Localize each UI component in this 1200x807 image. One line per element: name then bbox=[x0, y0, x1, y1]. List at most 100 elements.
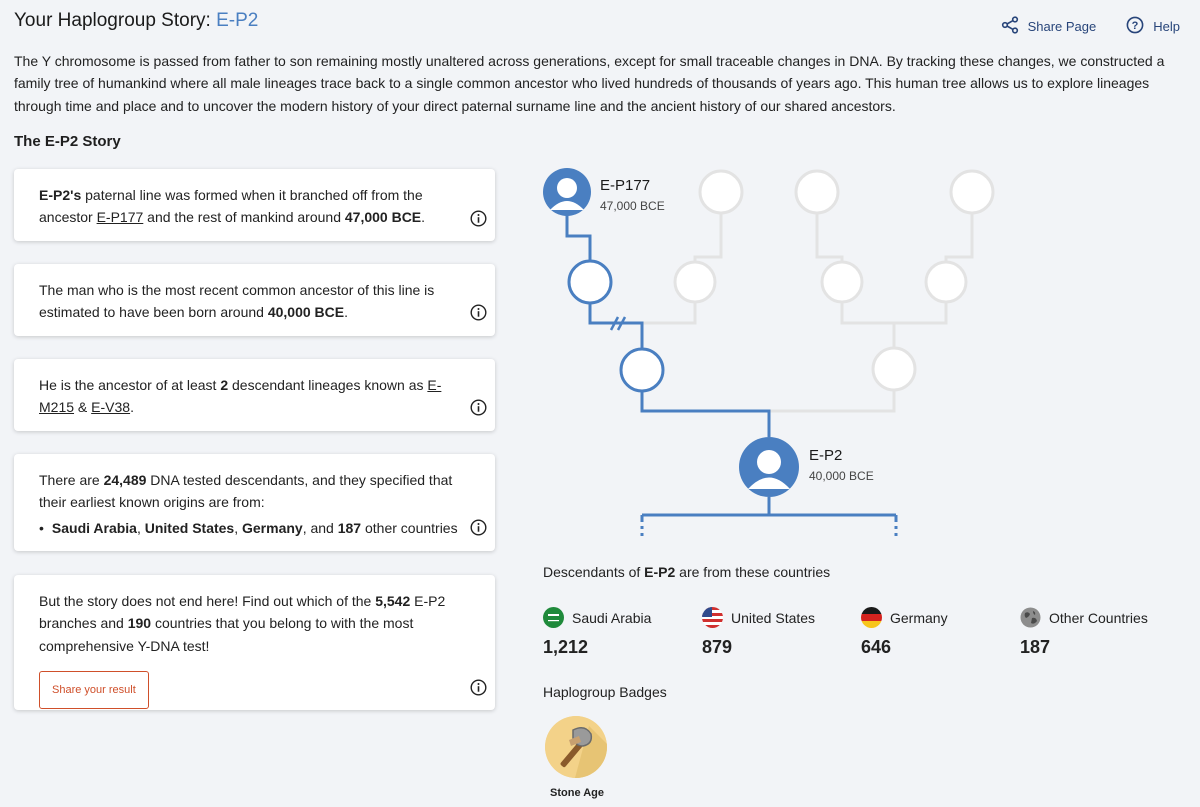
card2-text-1: The man who is the most recent common an… bbox=[39, 282, 435, 321]
origins-list-item: • Saudi Arabia, United States, Germany, … bbox=[39, 517, 470, 539]
share-icon bbox=[1001, 16, 1019, 37]
other-countries-count: 187 bbox=[337, 519, 362, 536]
descendants-title-hg: E-P2 bbox=[644, 564, 676, 580]
story-card-mrca: The man who is the most recent common an… bbox=[14, 264, 495, 336]
germany-flag-icon bbox=[861, 607, 882, 628]
tree-node-faded bbox=[673, 260, 717, 304]
person-icon bbox=[557, 178, 577, 198]
tree-diagram: E-P177 47,000 BCE E-P2 40,000 BCE bbox=[543, 168, 995, 536]
share-page-button[interactable]: Share Page bbox=[1001, 16, 1097, 37]
person-icon bbox=[757, 450, 781, 474]
tree-node[interactable] bbox=[619, 347, 665, 393]
mrca-text: The man who is the most recent common an… bbox=[39, 279, 470, 324]
share-page-label: Share Page bbox=[1027, 19, 1097, 34]
card5-branches: 5,542 bbox=[375, 593, 411, 609]
faded-nodes bbox=[673, 169, 995, 392]
card4-text-4: other countries bbox=[361, 519, 458, 536]
card3-text-2: descendant lineages known as bbox=[228, 377, 428, 393]
help-label: Help bbox=[1153, 19, 1180, 34]
story-card-descendants: There are 24,489 DNA tested descendants,… bbox=[14, 454, 495, 551]
faded-branches bbox=[619, 214, 974, 413]
us-flag-icon bbox=[702, 607, 723, 628]
country-name: United States bbox=[731, 609, 816, 626]
continuation-dots bbox=[640, 526, 898, 536]
info-icon[interactable] bbox=[470, 210, 487, 227]
card3-count: 2 bbox=[220, 377, 229, 393]
header-actions: Share Page ? Help bbox=[1001, 16, 1180, 37]
info-icon[interactable] bbox=[470, 399, 487, 416]
card3-text-1: He is the ancestor of at least bbox=[39, 377, 221, 393]
badge-stone-age[interactable]: Stone Age bbox=[545, 716, 609, 799]
haplogroup-tree: E-P177 47,000 BCE E-P2 40,000 BCE bbox=[520, 160, 1080, 550]
ancestor-date: 47,000 BCE bbox=[600, 199, 665, 213]
descendants-title-prefix: Descendants of bbox=[543, 564, 645, 580]
page-header: Your Haplogroup Story: E-P2 Share Page ?… bbox=[14, 10, 1186, 36]
help-button[interactable]: ? Help bbox=[1126, 16, 1180, 37]
card2-text-2: . bbox=[344, 304, 348, 321]
stone-axe-icon bbox=[545, 716, 607, 778]
page-title-haplogroup: E-P2 bbox=[216, 10, 259, 31]
tree-node[interactable] bbox=[567, 259, 613, 305]
countries-list: Saudi Arabia 1,212 United States 879 Ger… bbox=[543, 607, 1183, 663]
story-card-origin: E-P2's paternal line was formed when it … bbox=[14, 169, 495, 241]
card1-text-3: . bbox=[421, 209, 426, 226]
tree-node-faded bbox=[698, 169, 744, 215]
lineage-nodes bbox=[567, 259, 665, 393]
bullet-icon: • bbox=[39, 519, 44, 536]
lineages-text: He is the ancestor of at least 2 descend… bbox=[39, 374, 470, 419]
country-item: United States 879 bbox=[702, 607, 862, 658]
card4-text-1: There are bbox=[39, 472, 104, 488]
descendants-title: Descendants of E-P2 are from these count… bbox=[543, 564, 830, 580]
info-icon[interactable] bbox=[470, 679, 487, 696]
tree-node-faded bbox=[949, 169, 995, 215]
story-title: The E-P2 Story bbox=[14, 133, 121, 150]
card1-date: 47,000 BCE bbox=[344, 209, 422, 226]
tree-node-faded bbox=[794, 169, 840, 215]
country-item: Other Countries 187 bbox=[1020, 607, 1180, 658]
country-count: 1,212 bbox=[543, 637, 589, 657]
story-card-cta: But the story does not end here! Find ou… bbox=[14, 575, 495, 710]
ancestor-node[interactable]: E-P177 47,000 BCE bbox=[543, 168, 665, 216]
country-name: Germany bbox=[890, 609, 948, 626]
card4-sep-1: , bbox=[136, 519, 145, 536]
cta-text: But the story does not end here! Find ou… bbox=[39, 590, 470, 657]
badges-title: Haplogroup Badges bbox=[543, 684, 667, 700]
svg-text:?: ? bbox=[1132, 20, 1139, 32]
lineage-link-e-v38[interactable]: E-V38 bbox=[91, 399, 130, 415]
current-date: 40,000 BCE bbox=[809, 469, 874, 483]
card1-haplogroup: E-P2's bbox=[39, 187, 82, 203]
card5-countries: 190 bbox=[127, 615, 152, 632]
share-result-button[interactable]: Share your result bbox=[39, 670, 149, 710]
current-name: E-P2 bbox=[809, 447, 842, 464]
card1-text-2: and the rest of mankind around bbox=[143, 209, 345, 226]
saudi-flag-icon bbox=[543, 607, 564, 628]
info-icon[interactable] bbox=[470, 519, 487, 536]
tree-node-faded bbox=[871, 346, 917, 392]
card3-text-3: . bbox=[130, 399, 134, 416]
story-card-lineages: He is the ancestor of at least 2 descend… bbox=[14, 359, 495, 431]
page-title-prefix: Your Haplogroup Story: bbox=[14, 10, 217, 31]
card4-sep-2: , bbox=[234, 519, 242, 536]
tree-node-faded bbox=[820, 260, 864, 304]
country-name: Other Countries bbox=[1049, 609, 1148, 626]
origin-text: E-P2's paternal line was formed when it … bbox=[39, 184, 470, 229]
origin-country-1: Saudi Arabia bbox=[51, 519, 137, 536]
origin-country-3: Germany bbox=[242, 519, 303, 536]
ancestor-name: E-P177 bbox=[600, 177, 650, 194]
country-count: 646 bbox=[861, 637, 892, 657]
descendants-text: There are 24,489 DNA tested descendants,… bbox=[39, 469, 470, 514]
descendants-title-suffix: are from these countries bbox=[675, 564, 831, 580]
card4-text-3: , and bbox=[302, 519, 338, 536]
badge-label: Stone Age bbox=[550, 787, 604, 799]
tree-node-faded bbox=[924, 260, 968, 304]
card4-count: 24,489 bbox=[103, 472, 147, 488]
intro-text: The Y chromosome is passed from father t… bbox=[14, 53, 1165, 114]
country-count: 879 bbox=[702, 637, 733, 657]
country-item: Saudi Arabia 1,212 bbox=[543, 607, 703, 658]
country-name: Saudi Arabia bbox=[572, 609, 652, 626]
info-icon[interactable] bbox=[470, 304, 487, 321]
card3-amp: & bbox=[74, 399, 92, 416]
ancestor-link[interactable]: E-P177 bbox=[97, 209, 144, 225]
country-item: Germany 646 bbox=[861, 607, 1021, 658]
current-node[interactable]: E-P2 40,000 BCE bbox=[739, 437, 874, 497]
